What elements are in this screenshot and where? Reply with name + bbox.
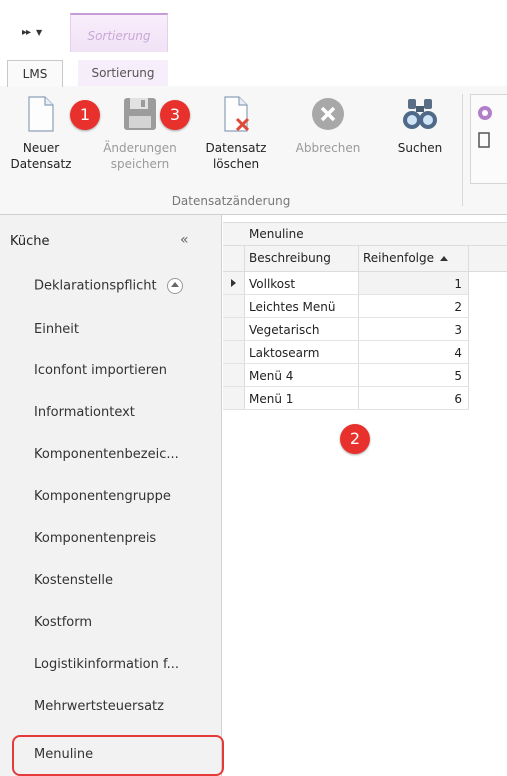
- cell-reihenfolge[interactable]: 6: [359, 387, 469, 409]
- grid-group-header: Menuline: [223, 222, 507, 246]
- table-row[interactable]: Menü 4 5: [223, 364, 469, 387]
- column-header-label: Reihenfolge: [363, 251, 435, 265]
- table-row[interactable]: Laktosearm 4: [223, 341, 469, 364]
- ribbon-group-label: Datensatzänderung: [171, 194, 291, 208]
- chevron-down-icon: ▼: [36, 28, 42, 37]
- collapse-icon[interactable]: «: [180, 232, 189, 248]
- table-row[interactable]: Vegetarisch 3: [223, 318, 469, 341]
- cell-beschreibung[interactable]: Leichtes Menü: [245, 295, 359, 317]
- nav-item-komponentenbezeichnung[interactable]: Komponentenbezeic...: [34, 447, 179, 462]
- button-label: Datensatz: [10, 157, 72, 171]
- cell-reihenfolge[interactable]: 5: [359, 364, 469, 386]
- nav-item-iconfont-importieren[interactable]: Iconfont importieren: [34, 363, 167, 378]
- highlight-box-menuline: [12, 735, 224, 776]
- nav-item-komponentengruppe[interactable]: Komponentengruppe: [34, 489, 171, 504]
- search-button[interactable]: Suchen: [390, 96, 450, 156]
- cancel-button[interactable]: Abbrechen: [288, 96, 368, 156]
- delete-record-button[interactable]: Datensatz löschen: [200, 96, 272, 172]
- tab-sortierung[interactable]: Sortierung: [78, 60, 168, 86]
- nav-item-mehrwertsteuersatz[interactable]: Mehrwertsteuersatz: [34, 699, 164, 714]
- row-indicator-header: [223, 246, 245, 271]
- new-document-icon: [28, 96, 54, 132]
- step-badge-1: 1: [70, 100, 100, 130]
- row-indicator: [223, 295, 245, 317]
- nav-item-logistikinformation[interactable]: Logistikinformation f...: [34, 657, 179, 672]
- button-label: Suchen: [397, 141, 443, 155]
- cell-reihenfolge[interactable]: 1: [359, 272, 469, 294]
- cancel-icon: [312, 98, 344, 130]
- sort-ascending-icon: [440, 256, 449, 261]
- nav-item-deklarationspflicht[interactable]: Deklarationspflicht: [34, 278, 183, 294]
- ribbon-tabs: LMS Sortierung: [0, 52, 507, 87]
- new-record-button[interactable]: Neuer Datensatz: [10, 96, 72, 172]
- current-row-icon: [231, 279, 236, 287]
- scroll-up-icon[interactable]: [166, 278, 183, 294]
- nav-group-header[interactable]: Küche: [10, 234, 50, 249]
- navigation-pane: Küche « Deklarationspflicht Einheit Icon…: [0, 215, 224, 776]
- save-disk-icon: [124, 98, 156, 130]
- cell-beschreibung[interactable]: Laktosearm: [245, 341, 359, 363]
- cell-beschreibung[interactable]: Menü 4: [245, 364, 359, 386]
- column-header-beschreibung[interactable]: Beschreibung: [245, 246, 359, 271]
- cell-beschreibung[interactable]: Vegetarisch: [245, 318, 359, 340]
- row-indicator: [223, 364, 245, 386]
- row-indicator: [223, 387, 245, 409]
- button-label: Änderungen: [103, 141, 177, 155]
- app-icon: [478, 106, 492, 148]
- step-badge-3: 3: [160, 100, 190, 130]
- nav-item-kostenstelle[interactable]: Kostenstelle: [34, 573, 113, 588]
- quick-access-dropdown[interactable]: ▸▸ ▼: [22, 27, 42, 38]
- row-indicator: [223, 318, 245, 340]
- cell-beschreibung[interactable]: Menü 1: [245, 387, 359, 409]
- step-badge-2: 2: [340, 424, 370, 454]
- nav-item-informationtext[interactable]: Informationtext: [34, 405, 135, 420]
- row-indicator: [223, 341, 245, 363]
- column-header-row: Beschreibung Reihenfolge: [223, 246, 507, 272]
- row-indicator: [223, 272, 245, 294]
- delete-document-icon: [224, 96, 250, 132]
- ribbon-next-group[interactable]: [470, 94, 507, 184]
- tab-lms[interactable]: LMS: [7, 60, 63, 87]
- nav-item-label: Deklarationspflicht: [34, 278, 157, 294]
- ribbon-separator: [462, 94, 463, 206]
- cell-reihenfolge[interactable]: 4: [359, 341, 469, 363]
- cell-reihenfolge[interactable]: 3: [359, 318, 469, 340]
- quick-access-toolbar: ▸▸ ▼ Sortierung: [0, 0, 507, 52]
- table-row[interactable]: Vollkost 1: [223, 272, 469, 295]
- table-row[interactable]: Leichtes Menü 2: [223, 295, 469, 318]
- button-label: Datensatz: [205, 141, 267, 155]
- grid-title: Menuline: [249, 227, 304, 241]
- binoculars-icon: [403, 99, 437, 129]
- cell-reihenfolge[interactable]: 2: [359, 295, 469, 317]
- table-row[interactable]: Menü 1 6: [223, 387, 469, 410]
- nav-item-einheit[interactable]: Einheit: [34, 322, 79, 337]
- button-label: Abbrechen: [295, 141, 361, 155]
- button-label: löschen: [212, 157, 260, 171]
- cell-beschreibung[interactable]: Vollkost: [245, 272, 359, 294]
- button-label: Neuer: [22, 141, 60, 155]
- contextual-tab-label: Sortierung: [87, 29, 151, 43]
- button-label: speichern: [110, 157, 170, 171]
- ribbon-panel: Neuer Datensatz Änderungen speichern Daten…: [0, 86, 507, 215]
- nav-item-komponentenpreis[interactable]: Komponentenpreis: [34, 531, 156, 546]
- fast-forward-icon: ▸▸: [22, 27, 31, 38]
- contextual-tab-header: Sortierung: [70, 13, 168, 52]
- nav-item-kostform[interactable]: Kostform: [34, 615, 92, 630]
- column-header-reihenfolge[interactable]: Reihenfolge: [359, 246, 469, 271]
